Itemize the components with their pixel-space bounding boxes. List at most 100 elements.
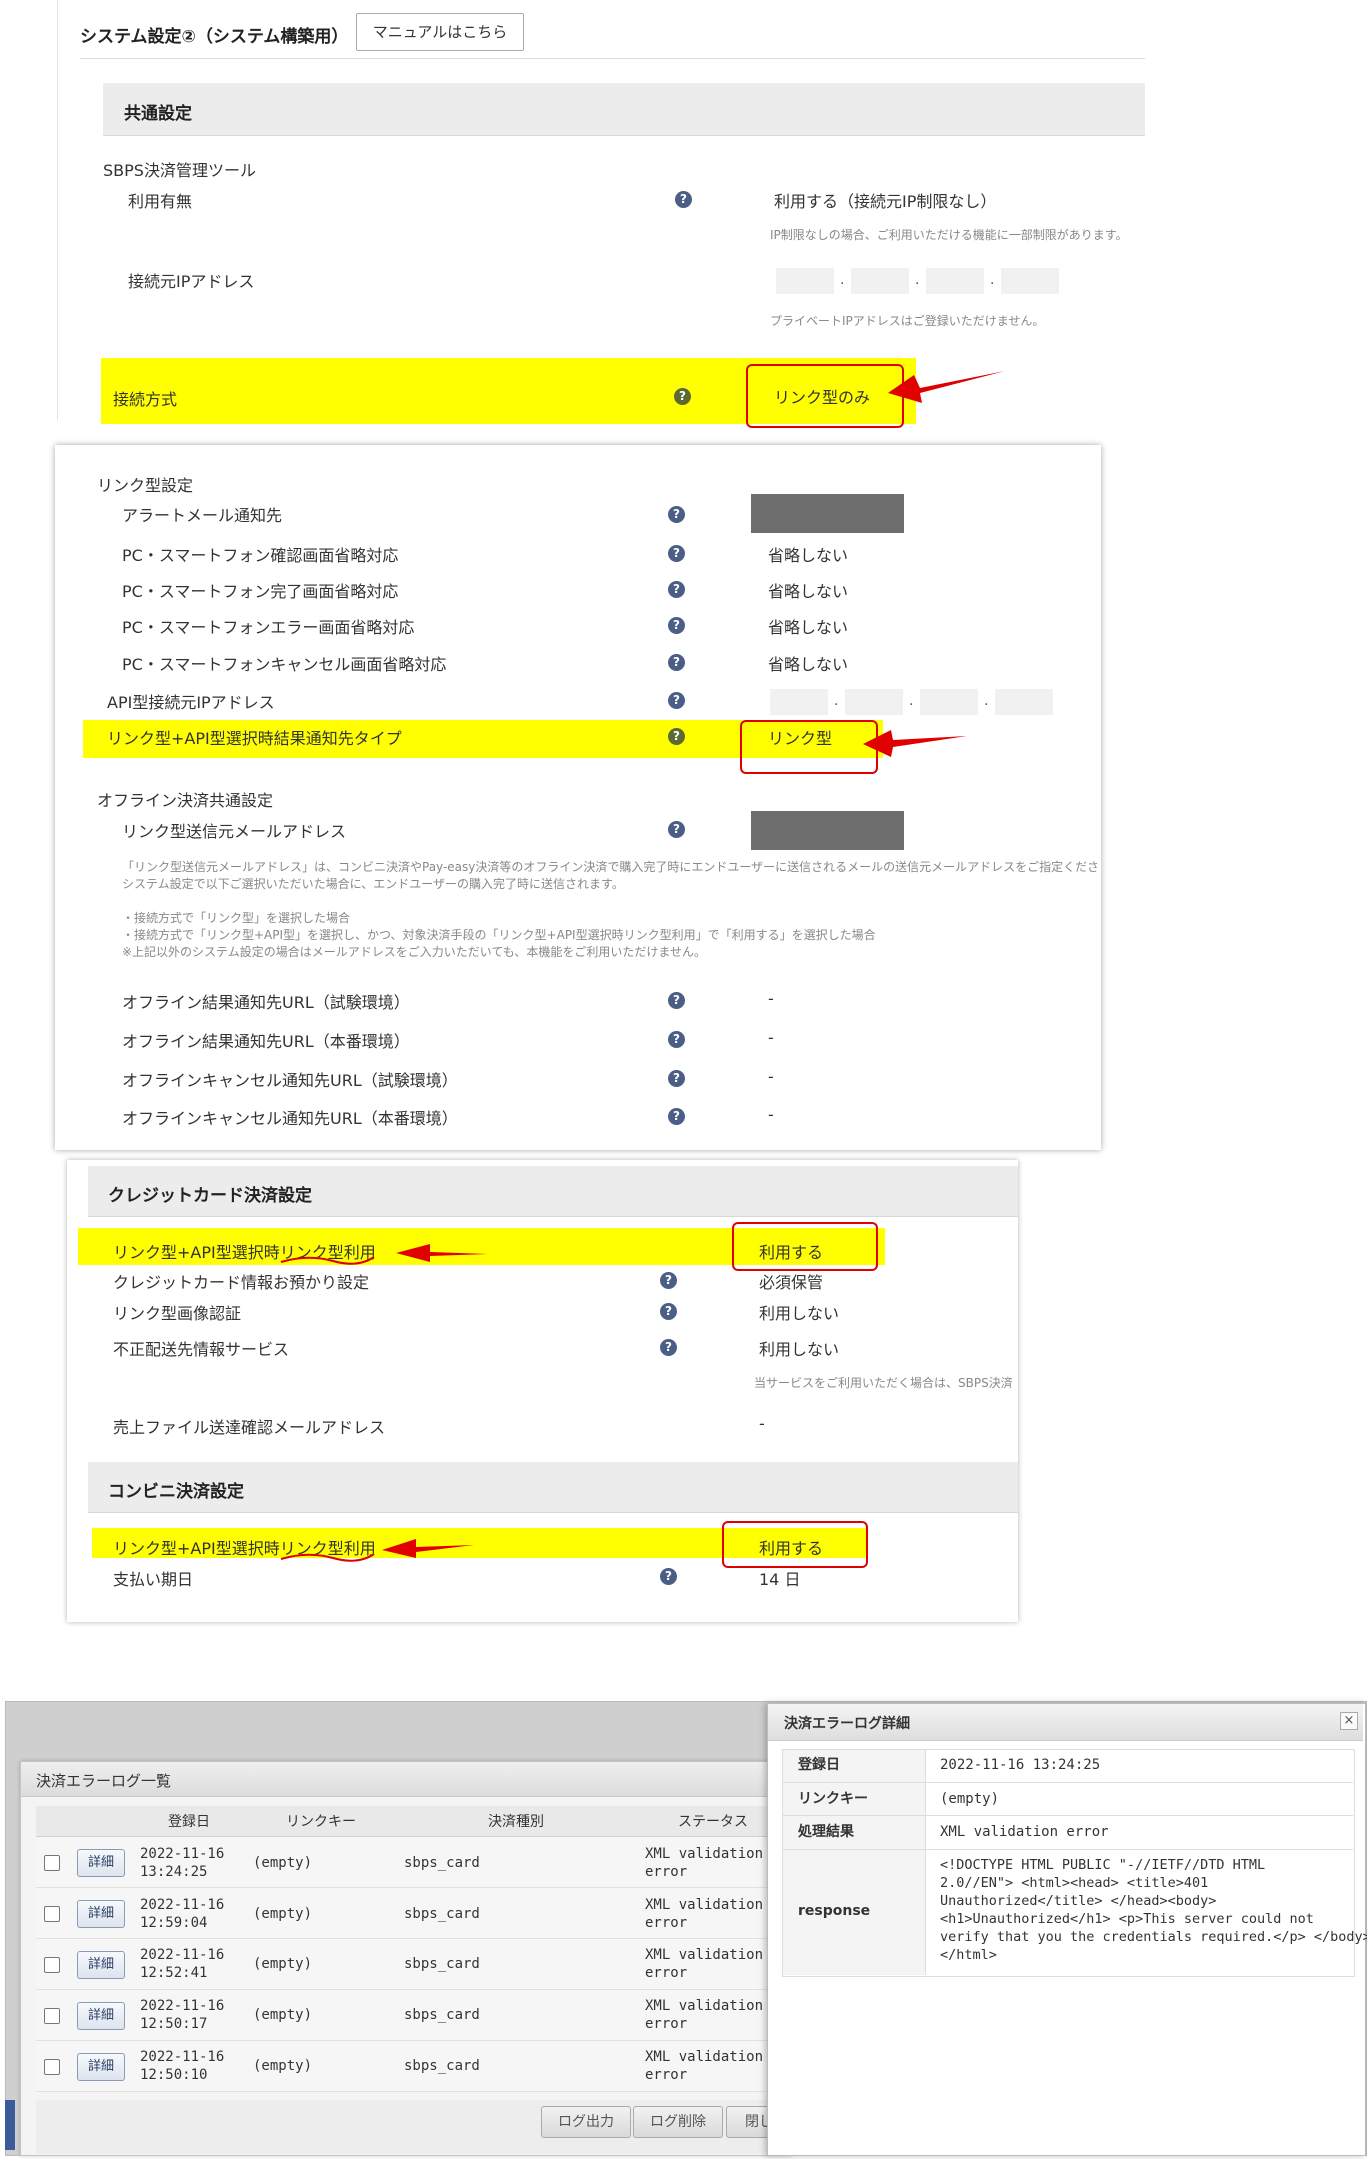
row-status-2: error	[645, 2067, 688, 2083]
help-icon[interactable]: ?	[668, 728, 685, 745]
link-row-value: 省略しない	[768, 582, 849, 601]
link-section-title: リンク型設定	[97, 476, 194, 495]
detail-button[interactable]: 詳細	[77, 1849, 125, 1877]
help-icon[interactable]: ?	[660, 1339, 677, 1356]
common-section-title: 共通設定	[124, 104, 192, 124]
response-line: 2.0//EN"> <html><head> <title>401	[940, 1875, 1209, 1891]
help-icon[interactable]: ?	[674, 388, 691, 405]
help-icon[interactable]: ?	[660, 1272, 677, 1289]
ip-dot: .	[915, 272, 920, 288]
log-list-title: 決済エラーログ一覧	[36, 1772, 172, 1790]
row-linkkey: (empty)	[253, 1855, 313, 1871]
row-status: XML validation	[645, 1998, 764, 2014]
page-title: システム設定②（システム構築用）	[80, 27, 349, 47]
sender-note-line: ・接続方式で「リンク型」を選択した場合	[122, 911, 351, 925]
ip-note: プライベートIPアドレスはご登録いただけません。	[770, 314, 1045, 328]
ip-octet-2[interactable]	[851, 268, 909, 294]
detail-button[interactable]: 詳細	[77, 1900, 125, 1928]
row-status: XML validation	[645, 1846, 764, 1862]
help-icon[interactable]: ?	[668, 1031, 685, 1048]
row-time: 12:52:41	[140, 1965, 208, 1981]
row-status: XML validation	[645, 1897, 764, 1913]
help-icon[interactable]: ?	[675, 191, 692, 208]
api-ip-octet-4[interactable]	[995, 689, 1053, 715]
row-checkbox[interactable]	[44, 2059, 60, 2075]
row-time: 13:24:25	[140, 1864, 208, 1880]
common-section-bar	[103, 83, 1145, 136]
api-ip-octet-3[interactable]	[920, 689, 978, 715]
offline-row-value: -	[768, 1067, 774, 1086]
detail-button[interactable]: 詳細	[77, 1951, 125, 1979]
row-type: sbps_card	[404, 1855, 480, 1871]
ip-label: 接続元IPアドレス	[128, 272, 255, 291]
close-icon[interactable]: ×	[1340, 1712, 1358, 1730]
ip-octet-4[interactable]	[1001, 268, 1059, 294]
detail-label-column	[783, 1750, 926, 1975]
col-header-linkkey: リンクキー	[286, 1814, 356, 1830]
api-ip-octet-1[interactable]	[770, 689, 828, 715]
ip-octet-3[interactable]	[926, 268, 984, 294]
row-checkbox[interactable]	[44, 1957, 60, 1973]
sbps-tool-heading: SBPS決済管理ツール	[103, 161, 256, 180]
help-icon[interactable]: ?	[668, 821, 685, 838]
row-type: sbps_card	[404, 1956, 480, 1972]
log-table-header	[36, 1806, 790, 1837]
credit-row-value: 利用しない	[759, 1304, 840, 1323]
api-ip-octet-2[interactable]	[845, 689, 903, 715]
detail-button[interactable]: 詳細	[77, 2002, 125, 2030]
detail-value: XML validation error	[940, 1824, 1109, 1840]
detail-value: (empty)	[940, 1791, 1000, 1807]
help-icon[interactable]: ?	[660, 1568, 677, 1585]
usage-note: IP制限なしの場合、ご利用いただける機能に一部制限があります。	[770, 228, 1128, 242]
usage-label: 利用有無	[128, 192, 193, 211]
alert-mail-masked	[751, 494, 904, 533]
help-icon[interactable]: ?	[668, 617, 685, 634]
help-icon[interactable]: ?	[668, 581, 685, 598]
row-time: 12:50:10	[140, 2067, 208, 2083]
col-header-status: ステータス	[678, 1814, 748, 1830]
row-linkkey: (empty)	[253, 1956, 313, 1972]
ip-octet-1[interactable]	[776, 268, 834, 294]
ip-dot: .	[840, 272, 845, 288]
row-checkbox[interactable]	[44, 1906, 60, 1922]
row-linkkey: (empty)	[253, 1906, 313, 1922]
link-row-label: PC・スマートフォン確認画面省略対応	[122, 546, 399, 565]
offline-row-label: オフライン結果通知先URL（本番環境）	[122, 1032, 410, 1051]
help-icon[interactable]: ?	[668, 992, 685, 1009]
sender-mail-label: リンク型送信元メールアドレス	[122, 822, 347, 841]
link-row-value: 省略しない	[768, 655, 849, 674]
link-row-label: PC・スマートフォン完了画面省略対応	[122, 582, 399, 601]
row-checkbox[interactable]	[44, 2008, 60, 2024]
row-date: 2022-11-16	[140, 1947, 225, 1963]
help-icon[interactable]: ?	[668, 692, 685, 709]
log-left-accent	[5, 2100, 15, 2150]
alert-mail-label: アラートメール通知先	[122, 506, 283, 525]
row-status: XML validation	[645, 2049, 764, 2065]
help-icon[interactable]: ?	[668, 506, 685, 523]
sender-note-line: システム設定で以下ご選択いただいた場合に、エンドユーザーの購入完了時に送信されま…	[122, 877, 624, 891]
help-icon[interactable]: ?	[668, 1070, 685, 1087]
sales-file-label: 売上ファイル送達確認メールアドレス	[113, 1418, 386, 1437]
detail-button[interactable]: 詳細	[77, 2053, 125, 2081]
log-delete-button[interactable]: ログ削除	[633, 2106, 723, 2138]
offline-row-label: オフラインキャンセル通知先URL（試験環境）	[122, 1071, 458, 1090]
red-arrow-icon	[863, 730, 967, 757]
result-type-label: リンク型+API型選択時結果通知先タイプ	[107, 729, 402, 748]
offline-row-value: -	[768, 1105, 774, 1124]
help-icon[interactable]: ?	[668, 1108, 685, 1125]
manual-button[interactable]: マニュアルはこちら	[356, 13, 524, 51]
red-underline	[280, 1553, 375, 1562]
credit-row-label: クレジットカード情報お預かり設定	[113, 1273, 370, 1292]
log-export-button[interactable]: ログ出力	[541, 2106, 631, 2138]
offline-section-title: オフライン決済共通設定	[97, 791, 274, 810]
link-row-value: 省略しない	[768, 546, 849, 565]
help-icon[interactable]: ?	[668, 545, 685, 562]
help-icon[interactable]: ?	[660, 1303, 677, 1320]
sender-note-line: 「リンク型送信元メールアドレス」は、コンビニ決済やPay-easy決済等のオフラ…	[122, 860, 1097, 874]
cvs-link-use-value: 利用する	[759, 1539, 824, 1558]
red-arrow-icon	[396, 1244, 488, 1262]
credit-row-label: リンク型画像認証	[113, 1304, 242, 1323]
help-icon[interactable]: ?	[668, 654, 685, 671]
due-label: 支払い期日	[113, 1570, 194, 1589]
row-checkbox[interactable]	[44, 1855, 60, 1871]
